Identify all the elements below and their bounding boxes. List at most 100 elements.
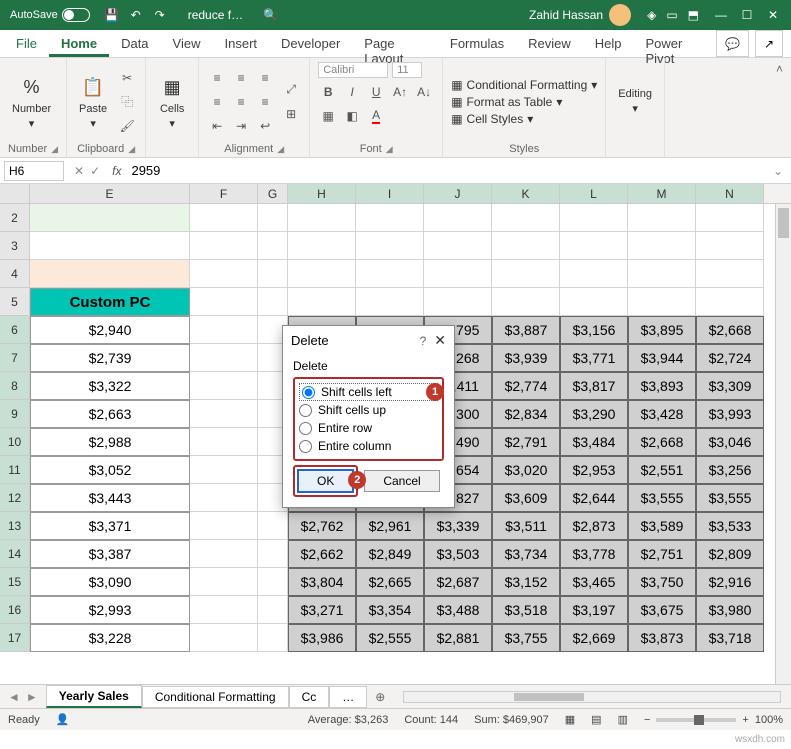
cell[interactable] [190, 372, 258, 400]
indent-inc-icon[interactable]: ⇥ [231, 116, 251, 136]
sheet-tab-active[interactable]: Yearly Sales [46, 685, 142, 708]
cell[interactable]: $3,939 [492, 344, 560, 372]
ribbon-display-icon[interactable]: ⬒ [688, 8, 699, 22]
cell[interactable]: $3,309 [696, 372, 764, 400]
align-right-icon[interactable]: ≡ [255, 92, 275, 112]
cell[interactable]: $2,551 [628, 456, 696, 484]
cell[interactable]: $3,887 [492, 316, 560, 344]
cell[interactable] [190, 400, 258, 428]
cell[interactable] [560, 232, 628, 260]
zoom-control[interactable]: − + 100% [644, 714, 783, 726]
cell-styles-button[interactable]: ▦Cell Styles ▾ [451, 112, 597, 126]
tray-icon[interactable]: ▭ [666, 8, 677, 22]
fill-color-icon[interactable]: ◧ [342, 106, 362, 126]
next-sheet-icon[interactable]: ► [26, 690, 38, 704]
cell[interactable] [492, 204, 560, 232]
cell[interactable] [356, 232, 424, 260]
cell[interactable] [258, 288, 288, 316]
cell[interactable]: $2,663 [30, 400, 190, 428]
opt-entire-row[interactable]: Entire row [299, 419, 438, 437]
col-header[interactable]: G [258, 184, 288, 203]
user-account[interactable]: Zahid Hassan [521, 4, 639, 26]
search-icon[interactable]: 🔍 [255, 8, 286, 22]
collapse-ribbon-icon[interactable]: ˄ [768, 58, 791, 157]
sheet-tab[interactable]: Conditional Formatting [142, 686, 289, 708]
tab-formulas[interactable]: Formulas [438, 30, 516, 57]
row-header[interactable]: 16 [0, 596, 30, 624]
zoom-out-icon[interactable]: − [644, 714, 650, 726]
undo-icon[interactable]: ↶ [128, 7, 144, 23]
tab-review[interactable]: Review [516, 30, 583, 57]
border-icon[interactable]: ▦ [318, 106, 338, 126]
font-color-icon[interactable]: A [366, 106, 386, 126]
cell[interactable] [492, 288, 560, 316]
radio-shift-left[interactable] [302, 386, 315, 399]
expand-formula-icon[interactable]: ⌄ [765, 164, 791, 178]
tab-power-pivot[interactable]: Power Pivot [633, 30, 716, 57]
tab-home[interactable]: Home [49, 30, 109, 57]
align-left-icon[interactable]: ≡ [207, 92, 227, 112]
cell[interactable]: $3,734 [492, 540, 560, 568]
cell[interactable]: $3,322 [30, 372, 190, 400]
cell[interactable] [356, 204, 424, 232]
cell[interactable]: $3,771 [560, 344, 628, 372]
cell[interactable] [258, 232, 288, 260]
increase-font-icon[interactable]: A↑ [390, 82, 410, 102]
row-header[interactable]: 4 [0, 260, 30, 288]
cell[interactable] [560, 260, 628, 288]
cell[interactable] [30, 260, 190, 288]
align-top-icon[interactable]: ≡ [207, 68, 227, 88]
cell[interactable]: $2,668 [696, 316, 764, 344]
cell[interactable] [696, 204, 764, 232]
comments-button[interactable]: 💬 [716, 30, 749, 57]
row-header[interactable]: 2 [0, 204, 30, 232]
align-middle-icon[interactable]: ≡ [231, 68, 251, 88]
cell[interactable]: $3,152 [492, 568, 560, 596]
opt-shift-left[interactable]: Shift cells left [299, 383, 438, 401]
sheet-tab-more[interactable]: … [329, 686, 367, 708]
cell[interactable] [288, 232, 356, 260]
tab-view[interactable]: View [161, 30, 213, 57]
cell[interactable]: $2,809 [696, 540, 764, 568]
radio-entire-col[interactable] [299, 440, 312, 453]
cell[interactable] [356, 260, 424, 288]
cell[interactable]: $3,387 [30, 540, 190, 568]
row-header[interactable]: 9 [0, 400, 30, 428]
cell[interactable]: $2,873 [560, 512, 628, 540]
cell[interactable]: $2,881 [424, 624, 492, 652]
cell[interactable]: $3,290 [560, 400, 628, 428]
cell[interactable]: $3,228 [30, 624, 190, 652]
accessibility-icon[interactable]: 👤 [56, 713, 70, 726]
col-header[interactable]: I [356, 184, 424, 203]
cell[interactable] [288, 260, 356, 288]
cell[interactable]: $3,020 [492, 456, 560, 484]
cell[interactable] [424, 232, 492, 260]
cell[interactable] [190, 232, 258, 260]
cell[interactable]: $2,988 [30, 428, 190, 456]
col-header[interactable]: N [696, 184, 764, 203]
radio-entire-row[interactable] [299, 422, 312, 435]
horizontal-scrollbar[interactable] [403, 691, 781, 703]
cell[interactable]: $3,993 [696, 400, 764, 428]
cell[interactable]: $3,893 [628, 372, 696, 400]
help-icon[interactable]: ? [412, 334, 435, 348]
row-header[interactable]: 11 [0, 456, 30, 484]
cell[interactable]: $2,739 [30, 344, 190, 372]
cell[interactable] [492, 260, 560, 288]
cell[interactable]: $2,724 [696, 344, 764, 372]
launcher-icon[interactable]: ◢ [51, 144, 58, 155]
tab-data[interactable]: Data [109, 30, 160, 57]
cell[interactable]: $2,774 [492, 372, 560, 400]
launcher-icon[interactable]: ◢ [277, 144, 284, 155]
row-header[interactable]: 6 [0, 316, 30, 344]
row-header[interactable]: 12 [0, 484, 30, 512]
format-as-table-button[interactable]: ▦Format as Table ▾ [451, 95, 597, 109]
cell[interactable]: $3,339 [424, 512, 492, 540]
col-header[interactable]: J [424, 184, 492, 203]
cell[interactable]: $3,986 [288, 624, 356, 652]
cell[interactable]: $3,271 [288, 596, 356, 624]
number-format-button[interactable]: % Number ▾ [8, 71, 55, 132]
cell[interactable]: $2,555 [356, 624, 424, 652]
cell[interactable]: $3,944 [628, 344, 696, 372]
cell[interactable] [696, 288, 764, 316]
